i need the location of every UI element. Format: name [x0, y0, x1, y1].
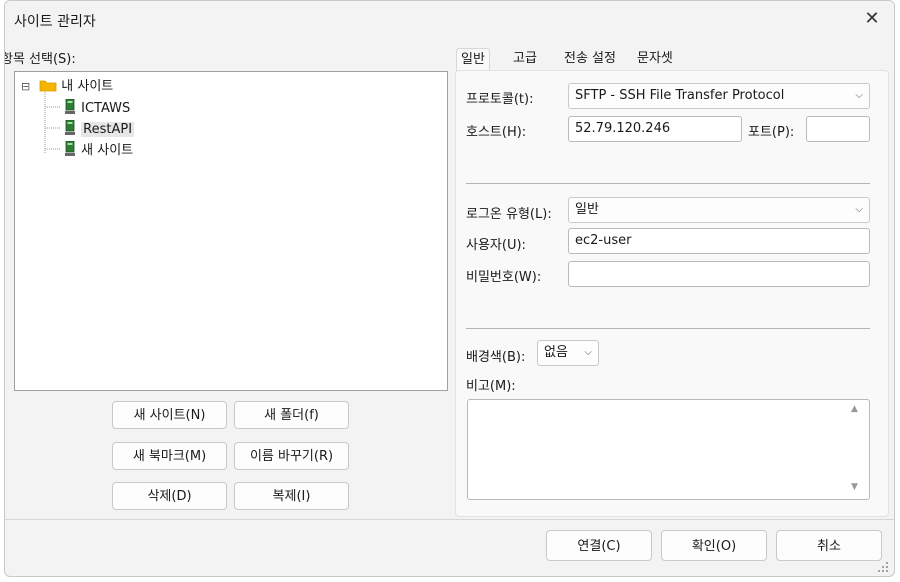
site-tree[interactable]: ⊟ 내 사이트 ICTAWS RestAPI 새 사이트 — [14, 71, 448, 391]
server-icon — [65, 119, 75, 135]
notes-textarea[interactable] — [467, 399, 870, 500]
port-label: 포트(P): — [748, 125, 795, 140]
connect-button[interactable]: 연결(C) — [546, 530, 652, 561]
delete-button[interactable]: 삭제(D) — [112, 482, 227, 510]
new-site-button[interactable]: 새 사이트(N) — [112, 401, 227, 429]
tab-charset[interactable]: 문자셋 — [633, 48, 677, 70]
new-bookmark-button[interactable]: 새 북마크(M) — [112, 442, 227, 470]
window-title: 사이트 관리자 — [14, 14, 96, 30]
cancel-button[interactable]: 취소 — [776, 530, 882, 561]
tree-item-label: 내 사이트 — [61, 79, 114, 94]
resize-grip-icon[interactable] — [877, 561, 889, 573]
tree-item-label: RestAPI — [81, 122, 135, 137]
chevron-down-icon: ⌵ — [855, 204, 863, 215]
protocol-label: 프로토콜(t): — [466, 92, 534, 107]
logon-type-select[interactable]: 일반 ⌵ — [568, 197, 870, 223]
background-color-value: 없음 — [544, 345, 568, 360]
ok-button[interactable]: 확인(O) — [661, 530, 767, 561]
select-entry-label: 항목 선택(S): — [4, 52, 76, 67]
host-label: 호스트(H): — [466, 125, 527, 140]
tree-item-restapi[interactable]: RestAPI — [65, 119, 135, 138]
notes-label: 비고(M): — [466, 379, 516, 394]
title-bar: 사이트 관리자 ✕ — [5, 1, 894, 37]
protocol-value: SFTP - SSH File Transfer Protocol — [575, 88, 785, 103]
logon-type-value: 일반 — [575, 202, 599, 217]
protocol-select[interactable]: SFTP - SSH File Transfer Protocol ⌵ — [568, 83, 870, 109]
host-input[interactable]: 52.79.120.246 — [568, 116, 742, 142]
chevron-down-icon: ⌵ — [584, 347, 592, 358]
divider — [466, 183, 870, 184]
tab-advanced[interactable]: 고급 — [509, 48, 541, 70]
background-color-select[interactable]: 없음 ⌵ — [537, 340, 599, 366]
site-manager-dialog: 사이트 관리자 ✕ 항목 선택(S): ⊟ 내 사이트 ICTAWS RestA… — [4, 0, 895, 577]
logon-type-label: 로그온 유형(L): — [466, 207, 552, 222]
collapse-icon[interactable]: ⊟ — [21, 78, 35, 96]
chevron-down-icon: ⌵ — [855, 90, 863, 101]
tab-general[interactable]: 일반 — [456, 48, 490, 71]
user-input[interactable]: ec2-user — [568, 228, 870, 254]
password-label: 비밀번호(W): — [466, 270, 542, 285]
new-folder-button[interactable]: 새 폴더(f) — [234, 401, 349, 429]
folder-icon — [39, 80, 57, 92]
tree-item-my-sites[interactable]: ⊟ 내 사이트 — [21, 78, 113, 96]
divider — [466, 328, 870, 329]
tree-item-label: ICTAWS — [81, 101, 131, 116]
password-input[interactable] — [568, 261, 870, 287]
duplicate-button[interactable]: 복제(I) — [234, 482, 349, 510]
background-color-label: 배경색(B): — [466, 350, 526, 365]
scroll-up-icon[interactable]: ▲ — [851, 404, 858, 414]
tree-item-new-site[interactable]: 새 사이트 — [65, 140, 134, 159]
user-label: 사용자(U): — [466, 238, 526, 253]
server-icon — [65, 140, 75, 156]
rename-button[interactable]: 이름 바꾸기(R) — [234, 442, 349, 470]
tree-item-label: 새 사이트 — [81, 143, 134, 158]
server-icon — [65, 98, 75, 114]
port-input[interactable] — [806, 116, 870, 142]
tree-item-ictaws[interactable]: ICTAWS — [65, 98, 131, 117]
scroll-down-icon[interactable]: ▼ — [851, 482, 858, 492]
tab-transfer-settings[interactable]: 전송 설정 — [560, 48, 620, 70]
close-icon[interactable]: ✕ — [850, 1, 894, 37]
footer-divider — [5, 519, 894, 520]
